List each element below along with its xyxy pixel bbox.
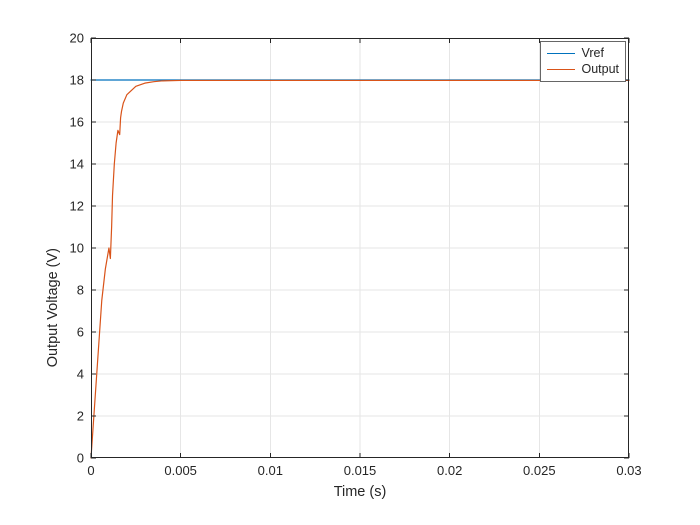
x-tick-label: 0.015 bbox=[344, 464, 377, 477]
gridlines bbox=[91, 38, 629, 458]
y-tick-label: 14 bbox=[70, 158, 84, 171]
axes: Vref Output bbox=[91, 38, 629, 458]
legend: Vref Output bbox=[540, 41, 626, 82]
y-tick-label: 0 bbox=[77, 452, 84, 465]
x-tick-label: 0.02 bbox=[437, 464, 462, 477]
x-tick-label: 0.005 bbox=[164, 464, 197, 477]
legend-swatch-output bbox=[547, 69, 575, 70]
y-tick-label: 20 bbox=[70, 32, 84, 45]
y-tick-label: 12 bbox=[70, 200, 84, 213]
y-tick-label: 4 bbox=[77, 368, 84, 381]
y-tick-label: 6 bbox=[77, 326, 84, 339]
y-tick-label: 10 bbox=[70, 242, 84, 255]
y-axis-label: Output Voltage (V) bbox=[45, 248, 61, 367]
x-tick-label: 0.03 bbox=[616, 464, 641, 477]
y-tick-label: 8 bbox=[77, 284, 84, 297]
y-tick-label: 18 bbox=[70, 74, 84, 87]
x-tick-label: 0.025 bbox=[523, 464, 556, 477]
y-tick-label: 2 bbox=[77, 410, 84, 423]
legend-label-output: Output bbox=[581, 62, 619, 76]
legend-swatch-vref bbox=[547, 53, 575, 54]
legend-entry-vref: Vref bbox=[547, 45, 619, 61]
legend-label-vref: Vref bbox=[581, 46, 603, 60]
y-tick-label: 16 bbox=[70, 116, 84, 129]
x-tick-label: 0 bbox=[87, 464, 94, 477]
legend-entry-output: Output bbox=[547, 61, 619, 77]
x-axis-label: Time (s) bbox=[334, 484, 387, 500]
plot-svg bbox=[91, 38, 629, 458]
x-tick-label: 0.01 bbox=[258, 464, 283, 477]
figure: Vref Output 0 0.005 0.01 0.015 0.02 0.025 0.03… bbox=[0, 0, 700, 525]
